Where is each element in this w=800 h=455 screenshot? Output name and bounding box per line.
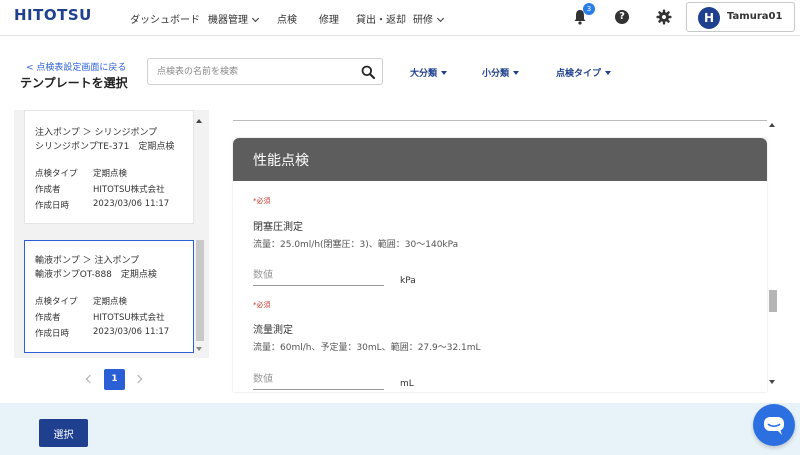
chat-icon (764, 417, 784, 435)
nav-repair[interactable]: 修理 (319, 11, 339, 26)
section-title: 性能点検 (253, 153, 309, 169)
template-row-date: 作成日時 2023/03/06 11:17 (35, 199, 170, 211)
template-category: 注入ポンプ ＞ シリンジポンプ (35, 128, 158, 138)
caret-down-icon (513, 71, 520, 75)
item-title: 閉塞圧測定 (253, 222, 303, 233)
search-icon[interactable] (361, 65, 375, 79)
avatar: H (698, 7, 720, 29)
nav-inspection[interactable]: 点検 (277, 11, 297, 26)
username: Tamura01 (727, 11, 783, 22)
preview-scroll-down-arrow[interactable] (769, 380, 775, 384)
template-card-selected[interactable]: 輸液ポンプ ＞ 注入ポンプ 輸液ポンプOT-888 定期点検 点検タイプ 定期点検… (24, 240, 194, 353)
chevron-down-icon (436, 14, 445, 23)
search-input[interactable] (148, 59, 348, 84)
help-icon[interactable]: ? (615, 10, 629, 24)
value-input[interactable] (253, 370, 384, 390)
list-scroll-down-arrow[interactable] (196, 347, 202, 351)
template-card[interactable]: 注入ポンプ ＞ シリンジポンプ シリンジポンプTE-371 定期点検 点検タイプ… (24, 110, 194, 224)
template-category: 輸液ポンプ ＞ 注入ポンプ (35, 256, 140, 266)
list-scroll-up-arrow[interactable] (196, 119, 202, 123)
list-scrollbar-thumb[interactable] (196, 240, 204, 341)
template-row-date: 作成日時 2023/03/06 11:17 (35, 327, 170, 339)
top-header: HITOTSU ダッシュボード 機器管理 点検 修理 貸出・返却 研修 3 ? … (0, 0, 800, 36)
unit-label: mL (400, 379, 414, 389)
template-preview: 性能点検 *必須 閉塞圧測定 流量：25.0ml/h(閉塞圧：3)、範囲：30〜… (233, 138, 767, 392)
preview-divider (233, 120, 767, 121)
required-label: *必須 (253, 197, 271, 205)
nav-lending[interactable]: 貸出・返却 (356, 11, 406, 26)
template-row-author: 作成者 HITOTSU株式会社 (35, 313, 165, 323)
pagination-page[interactable]: 1 (104, 369, 125, 390)
template-row-type: 点検タイプ 定期点検 (35, 297, 128, 307)
filter-inspection-type[interactable]: 点検タイプ (556, 66, 612, 79)
select-button[interactable]: 選択 (39, 419, 88, 447)
item-condition: 流量：25.0ml/h(閉塞圧：3)、範囲：30〜140kPa (253, 240, 459, 250)
pagination-next-icon[interactable] (133, 374, 143, 384)
footer-bar: 選択 (0, 403, 800, 455)
page-title: テンプレートを選択 (20, 76, 128, 90)
nav-equipment[interactable]: 機器管理 (208, 11, 260, 26)
filter-major-category[interactable]: 大分類 (410, 66, 448, 79)
user-menu-button[interactable]: H Tamura01 (686, 2, 795, 32)
notification-badge: 3 (583, 3, 595, 15)
caret-down-icon (441, 71, 448, 75)
back-link[interactable]: < 点検表設定画面に戻る (26, 60, 126, 73)
template-row-author: 作成者 HITOTSU株式会社 (35, 185, 165, 195)
unit-label: kPa (400, 276, 416, 286)
template-list: 注入ポンプ ＞ シリンジポンプ シリンジポンプTE-371 定期点検 点検タイプ… (14, 110, 209, 358)
gear-icon[interactable] (656, 9, 672, 25)
caret-down-icon (605, 71, 612, 75)
chat-button[interactable] (753, 404, 795, 446)
filter-minor-category[interactable]: 小分類 (482, 66, 520, 79)
preview-scroll-up-arrow[interactable] (769, 123, 775, 127)
item-condition: 流量：60ml/h、予定量：30mL、範囲：27.9〜32.1mL (253, 343, 481, 353)
template-name: 輸液ポンプOT-888 定期点検 (35, 270, 157, 280)
required-label: *必須 (253, 301, 271, 309)
item-title: 流量測定 (253, 325, 293, 336)
chevron-down-icon (251, 14, 260, 23)
section-header: 性能点検 (233, 138, 767, 181)
nav-training[interactable]: 研修 (413, 11, 445, 26)
value-input[interactable] (253, 266, 384, 286)
template-name: シリンジポンプTE-371 定期点検 (35, 142, 175, 152)
pagination-prev-icon[interactable] (85, 374, 95, 384)
search-box (147, 58, 383, 85)
nav-dashboard[interactable]: ダッシュボード (130, 11, 200, 26)
template-row-type: 点検タイプ 定期点検 (35, 169, 128, 179)
preview-scrollbar-thumb[interactable] (769, 290, 777, 312)
logo[interactable]: HITOTSU (14, 6, 92, 24)
